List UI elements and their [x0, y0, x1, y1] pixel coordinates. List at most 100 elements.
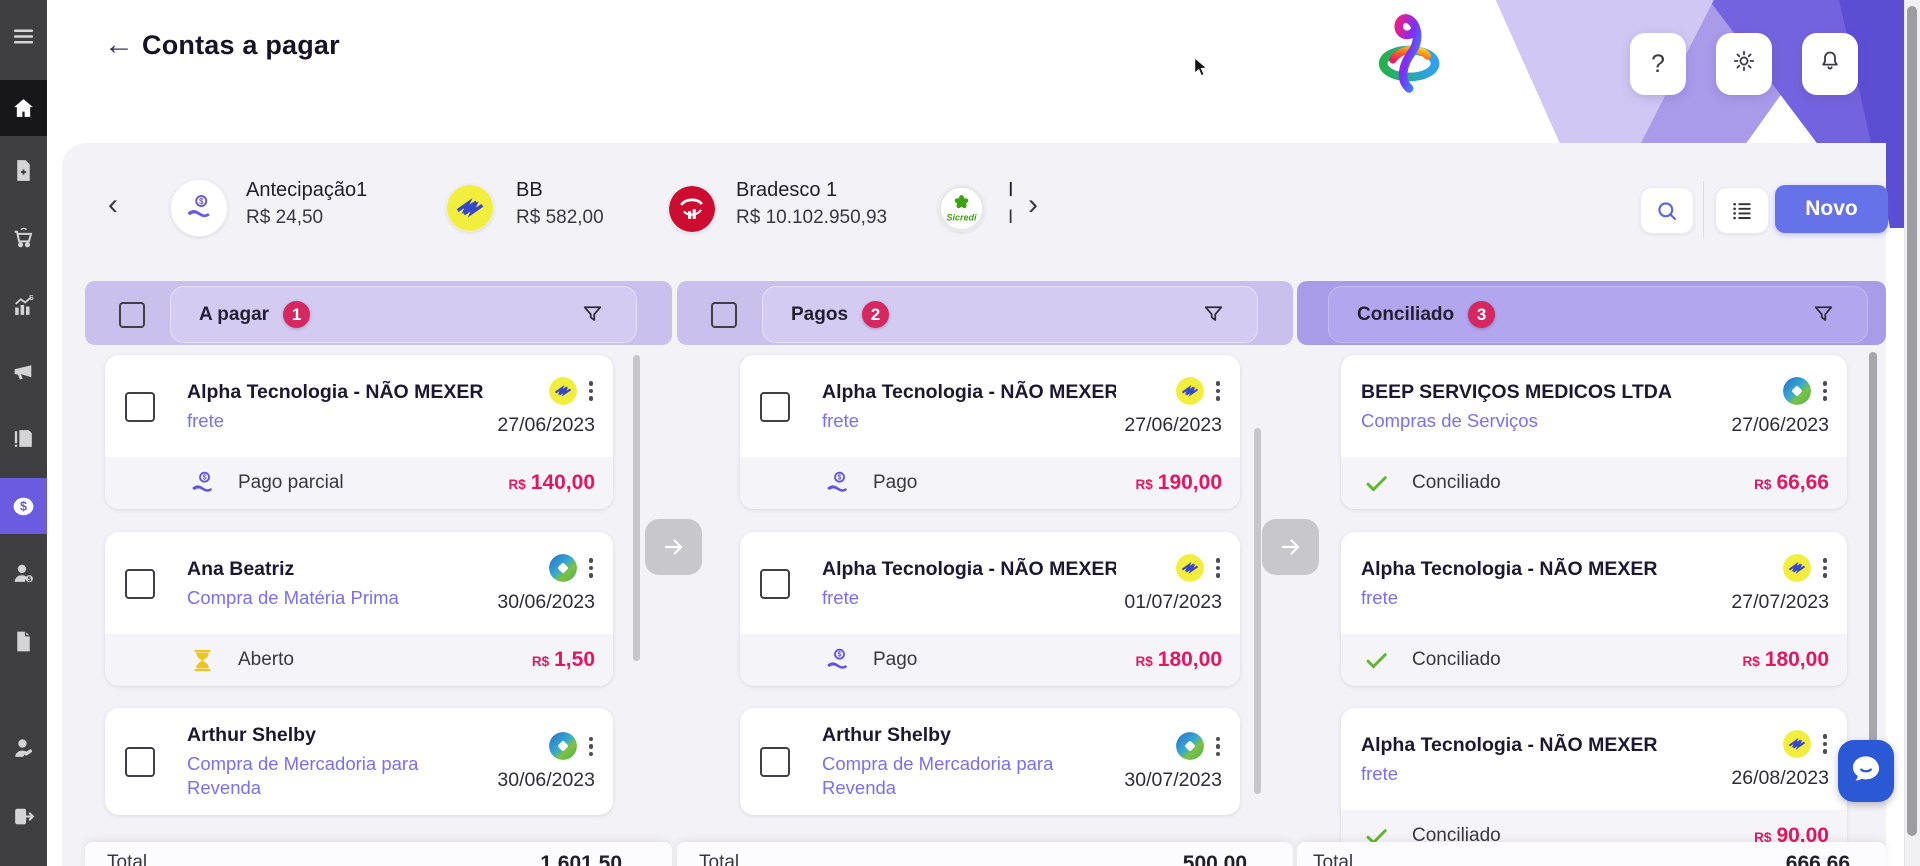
card[interactable]: Alpha Tecnologia - NÃO MEXERfrete 27/06/2… [105, 355, 613, 509]
card-checkbox[interactable] [760, 569, 790, 599]
status-hand-coin-icon: $ [189, 470, 216, 497]
card-main: Alpha Tecnologia - NÃO MEXERfrete01/07/2… [740, 532, 1240, 634]
card-checkbox[interactable] [760, 747, 790, 777]
sidebar-item-account[interactable] [0, 724, 47, 772]
sidebar-item-contracts[interactable] [0, 414, 47, 462]
back-button[interactable]: ← [104, 28, 134, 62]
kebab-menu-icon[interactable] [587, 556, 596, 580]
card-checkbox[interactable] [125, 569, 155, 599]
card-icons [1783, 730, 1830, 758]
column-header-3[interactable]: Conciliado3 [1328, 286, 1868, 343]
kebab-menu-icon[interactable] [1821, 732, 1830, 756]
card[interactable]: Ana BeatrizCompra de Matéria Prima30/06/… [105, 532, 613, 686]
card[interactable]: Alpha Tecnologia - NÃO MEXERfrete01/07/2… [740, 532, 1240, 686]
chat-launcher-button[interactable] [1838, 740, 1894, 802]
hand-coin-icon: $ [824, 470, 851, 497]
filter-icon[interactable] [580, 302, 605, 327]
search-button[interactable] [1640, 187, 1694, 234]
chat-bubble-icon [1848, 751, 1884, 792]
kebab-menu-icon[interactable] [1821, 556, 1830, 580]
amount-value: 1,50 [554, 648, 595, 672]
carousel-next-button[interactable]: › [1028, 190, 1038, 220]
card-meta: 27/06/2023 [497, 377, 595, 437]
move-to-next-column-button-2[interactable] [1262, 519, 1319, 575]
card-date: 27/06/2023 [1124, 414, 1222, 437]
sidebar-item-marketing[interactable] [0, 347, 47, 395]
novo-button[interactable]: Novo [1775, 185, 1888, 233]
select-all-checkbox[interactable] [711, 302, 737, 328]
status-text: Aberto [238, 649, 532, 671]
list-view-button[interactable] [1715, 187, 1769, 234]
card-checkbox[interactable] [760, 392, 790, 422]
svg-text:$: $ [838, 649, 842, 658]
toolbar-divider [1703, 181, 1704, 237]
sidebar-item-payroll[interactable]: $ [0, 549, 47, 597]
bank-logo-bb-icon [549, 377, 577, 405]
select-all-checkbox[interactable] [119, 302, 145, 328]
filter-icon[interactable] [1201, 302, 1226, 327]
card[interactable]: Alpha Tecnologia - NÃO MEXERfrete27/06/2… [740, 355, 1240, 509]
card-checkbox[interactable] [125, 392, 155, 422]
currency-label: R$ [1743, 654, 1760, 669]
kebab-menu-icon[interactable] [1821, 379, 1830, 403]
card-text: Alpha Tecnologia - NÃO MEXERfrete [1361, 558, 1723, 610]
question-icon: ? [1651, 50, 1665, 79]
sidebar-item-documents[interactable] [0, 617, 47, 665]
card-meta: 27/06/2023 [1124, 377, 1222, 437]
card[interactable]: Arthur ShelbyCompra de Mercadoria para R… [105, 708, 613, 815]
card[interactable]: Alpha Tecnologia - NÃO MEXERfrete 27/07/2… [1341, 532, 1847, 686]
sidebar-item-sales[interactable]: S [0, 281, 47, 329]
move-to-next-column-button-1[interactable] [645, 519, 702, 575]
cart-icon [11, 225, 36, 250]
amount-value: 190,00 [1158, 471, 1222, 495]
kebab-menu-icon[interactable] [1214, 379, 1223, 403]
filter-icon[interactable] [1811, 302, 1836, 327]
card-status-footer: $PagoR$180,00 [740, 634, 1240, 686]
card-icons [1176, 732, 1223, 760]
sidebar-item-home[interactable] [0, 80, 47, 136]
card-title: Arthur Shelby [187, 724, 489, 747]
help-button[interactable]: ? [1630, 33, 1686, 95]
sidebar-item-finance[interactable]: $ [0, 478, 47, 534]
kebab-menu-icon[interactable] [587, 735, 596, 759]
account-logo-sicredi-icon: Sicredi [938, 185, 985, 232]
card-date: 27/06/2023 [497, 414, 595, 437]
card-text: Arthur ShelbyCompra de Mercadoria para R… [822, 724, 1116, 801]
card-date: 26/08/2023 [1731, 767, 1829, 790]
card-date: 27/07/2023 [1731, 591, 1829, 614]
currency-label: R$ [1754, 477, 1771, 492]
kebab-menu-icon[interactable] [587, 379, 596, 403]
sidebar-item-new-invoice[interactable] [0, 146, 47, 194]
column-scrollbar-thumb[interactable] [1254, 428, 1261, 794]
sidebar-item-menu[interactable] [0, 12, 47, 60]
carousel-prev-button[interactable]: ‹ [108, 190, 118, 220]
search-icon [1655, 199, 1679, 223]
kebab-menu-icon[interactable] [1214, 735, 1223, 759]
card-status-footer: AbertoR$1,50 [105, 634, 613, 686]
card-date: 30/07/2023 [1124, 769, 1222, 792]
settings-button[interactable] [1716, 33, 1772, 95]
bank-logo-generic-icon [549, 554, 577, 582]
sidebar-item-purchases[interactable] [0, 213, 47, 261]
notifications-button[interactable] [1802, 33, 1858, 95]
card-checkbox[interactable] [125, 747, 155, 777]
column-scrollbar-thumb[interactable] [1869, 352, 1877, 788]
sidebar-item-logout[interactable] [0, 792, 47, 840]
page-scrollbar-thumb[interactable] [1907, 6, 1917, 836]
column-header-1[interactable]: A pagar1 [170, 286, 637, 343]
card-main: Alpha Tecnologia - NÃO MEXERfrete26/08/2… [1341, 708, 1847, 810]
card[interactable]: Arthur ShelbyCompra de Mercadoria para R… [740, 708, 1240, 815]
card-text: Alpha Tecnologia - NÃO MEXERfrete [187, 381, 489, 433]
hamburger-icon [11, 24, 36, 49]
card-text: Arthur ShelbyCompra de Mercadoria para R… [187, 724, 489, 801]
card[interactable]: Alpha Tecnologia - NÃO MEXERfrete26/08/2… [1341, 708, 1847, 862]
card-amount: R$1,50 [532, 648, 595, 672]
card-main: Arthur ShelbyCompra de Mercadoria para R… [105, 708, 613, 815]
person-dollar-icon: $ [11, 561, 36, 586]
column-header-2[interactable]: Pagos2 [762, 286, 1258, 343]
column-scrollbar-thumb[interactable] [633, 355, 640, 661]
kebab-menu-icon[interactable] [1214, 556, 1223, 580]
card[interactable]: BEEP SERVIÇOS MEDICOS LTDACompras de Ser… [1341, 355, 1847, 509]
check-icon [1363, 647, 1390, 674]
card-title: Alpha Tecnologia - NÃO MEXER [822, 381, 1116, 404]
